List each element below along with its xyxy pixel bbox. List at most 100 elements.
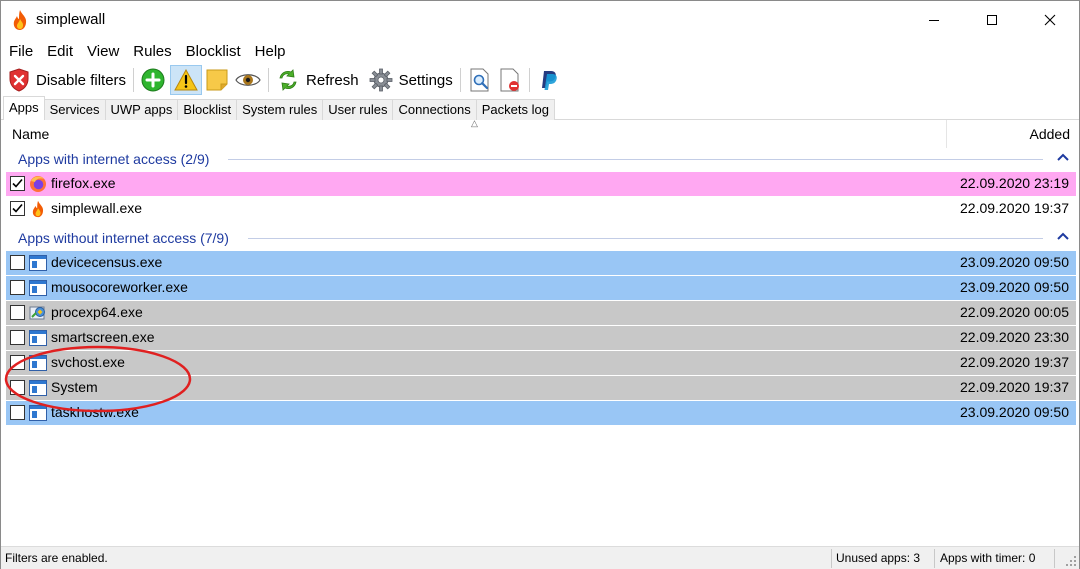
- menu-bar: File Edit View Rules Blocklist Help: [1, 41, 293, 63]
- logging-button[interactable]: [202, 65, 232, 95]
- app-window-icon: [29, 254, 47, 272]
- table-row[interactable]: firefox.exe 22.09.2020 23:19: [6, 172, 1076, 196]
- eye-icon: [235, 74, 261, 86]
- maximize-button[interactable]: [963, 1, 1021, 39]
- table-row[interactable]: procexp64.exe 22.09.2020 00:05: [6, 301, 1076, 325]
- app-window-icon: [29, 329, 47, 347]
- close-icon: [1044, 14, 1056, 26]
- procexp-icon: [29, 304, 47, 322]
- title-bar: simplewall: [1, 1, 1079, 39]
- app-added-date: 22.09.2020 23:19: [960, 175, 1069, 191]
- app-name: firefox.exe: [51, 175, 116, 191]
- add-button[interactable]: [138, 65, 168, 95]
- table-row[interactable]: simplewall.exe 22.09.2020 19:37: [6, 197, 1076, 221]
- menu-edit[interactable]: Edit: [40, 41, 80, 63]
- minimize-icon: [929, 20, 939, 21]
- status-bar: Filters are enabled. Unused apps: 3 Apps…: [1, 546, 1079, 569]
- donate-button[interactable]: [534, 65, 564, 95]
- table-row[interactable]: devicecensus.exe 23.09.2020 09:50: [6, 251, 1076, 275]
- app-window-icon: [29, 379, 47, 397]
- table-row[interactable]: svchost.exe 22.09.2020 19:37: [6, 351, 1076, 375]
- tab-blocklist[interactable]: Blocklist: [177, 99, 238, 120]
- document-search-icon: [470, 68, 489, 92]
- tab-services[interactable]: Services: [43, 99, 106, 120]
- chevron-up-icon[interactable]: [1057, 152, 1069, 162]
- app-name: svchost.exe: [51, 354, 125, 370]
- status-separator: [831, 549, 832, 568]
- tab-apps[interactable]: Apps: [3, 96, 45, 120]
- menu-file[interactable]: File: [1, 41, 40, 63]
- app-checkbox[interactable]: [10, 280, 25, 295]
- sort-indicator-icon: △: [471, 118, 478, 128]
- notifications-button[interactable]: [170, 65, 203, 95]
- apps-list[interactable]: △ Name Added Apps with internet access (…: [3, 118, 1078, 544]
- app-checkbox[interactable]: [10, 355, 25, 370]
- view-button[interactable]: [232, 65, 264, 95]
- tab-system-rules[interactable]: System rules: [236, 99, 324, 120]
- app-checkbox[interactable]: [10, 380, 25, 395]
- table-row[interactable]: System 22.09.2020 19:37: [6, 376, 1076, 400]
- checkmark-icon: [12, 203, 23, 213]
- app-name: simplewall.exe: [51, 200, 143, 216]
- tab-packets-log[interactable]: Packets log: [475, 99, 555, 120]
- group-header-allowed[interactable]: Apps with internet access (2/9): [18, 148, 1073, 170]
- app-added-date: 22.09.2020 23:30: [960, 329, 1069, 345]
- app-checkbox[interactable]: [10, 405, 25, 420]
- tab-connections[interactable]: Connections: [392, 99, 477, 120]
- tab-bar: Apps Services UWP apps Blocklist System …: [3, 96, 555, 120]
- menu-blocklist[interactable]: Blocklist: [179, 41, 248, 63]
- disable-filters-label: Disable filters: [36, 71, 127, 89]
- app-window-icon: [29, 354, 47, 372]
- status-text: Filters are enabled.: [5, 551, 108, 565]
- group-header-blocked[interactable]: Apps without internet access (7/9): [18, 227, 1073, 249]
- table-row[interactable]: taskhostw.exe 23.09.2020 09:50: [6, 401, 1076, 425]
- menu-help[interactable]: Help: [248, 41, 293, 63]
- resize-grip-icon[interactable]: [1065, 555, 1077, 567]
- disable-filters-button[interactable]: Disable filters: [5, 65, 129, 95]
- app-checkbox[interactable]: [10, 176, 25, 191]
- app-checkbox[interactable]: [10, 255, 25, 270]
- column-header-added[interactable]: Added: [1030, 126, 1070, 142]
- group-title: Apps without internet access (7/9): [18, 230, 233, 246]
- chevron-up-icon[interactable]: [1057, 231, 1069, 241]
- app-added-date: 23.09.2020 09:50: [960, 404, 1069, 420]
- app-added-date: 23.09.2020 09:50: [960, 254, 1069, 270]
- toolbar-separator: [133, 68, 135, 92]
- refresh-icon: [279, 69, 297, 91]
- toolbar-separator: [268, 68, 270, 92]
- log-view-button[interactable]: [465, 65, 495, 95]
- settings-button[interactable]: Settings: [366, 65, 456, 95]
- status-separator: [934, 549, 935, 568]
- document-remove-icon: [500, 68, 519, 92]
- app-checkbox[interactable]: [10, 201, 25, 216]
- toolbar-separator: [459, 68, 461, 92]
- table-row[interactable]: smartscreen.exe 22.09.2020 23:30: [6, 326, 1076, 350]
- app-checkbox[interactable]: [10, 305, 25, 320]
- gear-icon: [369, 68, 392, 92]
- app-name: devicecensus.exe: [51, 254, 163, 270]
- tab-uwp-apps[interactable]: UWP apps: [104, 99, 179, 120]
- group-divider: [228, 159, 1043, 160]
- refresh-button[interactable]: Refresh: [273, 65, 362, 95]
- menu-rules[interactable]: Rules: [126, 41, 178, 63]
- app-name: smartscreen.exe: [51, 329, 155, 345]
- close-button[interactable]: [1021, 1, 1079, 39]
- flame-icon: [29, 200, 47, 218]
- minimize-button[interactable]: [905, 1, 963, 39]
- menu-view[interactable]: View: [80, 41, 126, 63]
- column-header-name[interactable]: Name: [12, 126, 49, 142]
- unused-apps-count: Unused apps: 3: [836, 551, 921, 565]
- app-checkbox[interactable]: [10, 330, 25, 345]
- settings-label: Settings: [398, 71, 453, 89]
- plus-icon: [141, 68, 165, 92]
- column-divider[interactable]: [946, 120, 947, 148]
- table-row[interactable]: mousocoreworker.exe 23.09.2020 09:50: [6, 276, 1076, 300]
- app-added-date: 22.09.2020 19:37: [960, 200, 1069, 216]
- tab-user-rules[interactable]: User rules: [322, 99, 394, 120]
- log-clear-button[interactable]: [495, 65, 525, 95]
- status-separator: [1054, 549, 1055, 568]
- app-window: simplewall File Edit View Rules Blocklis…: [0, 0, 1080, 569]
- apps-with-timer-count: Apps with timer: 0: [940, 551, 1036, 565]
- app-added-date: 22.09.2020 19:37: [960, 379, 1069, 395]
- group-title: Apps with internet access (2/9): [18, 151, 214, 167]
